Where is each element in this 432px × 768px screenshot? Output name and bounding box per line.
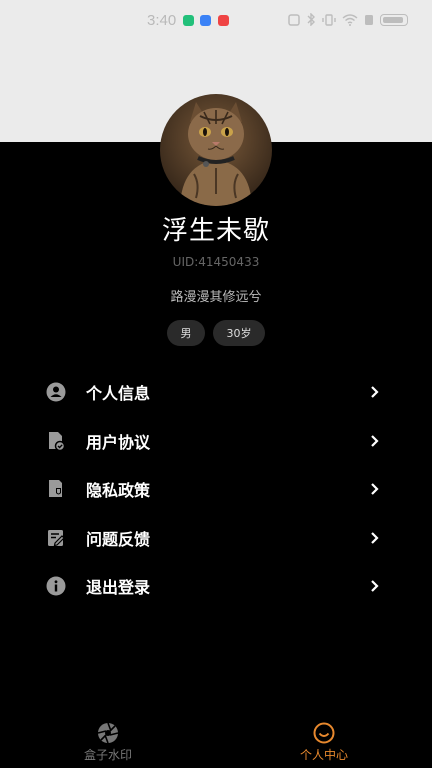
nfc-icon bbox=[288, 13, 300, 26]
menu-item-personal-info[interactable]: 个人信息 bbox=[0, 368, 432, 417]
username: 浮生未歇 bbox=[161, 216, 270, 246]
notification-icon bbox=[200, 15, 211, 26]
user-signature: 路漫漫其修远兮 bbox=[170, 290, 262, 305]
bluetooth-icon bbox=[307, 13, 315, 26]
vibrate-icon bbox=[322, 13, 336, 26]
status-time: 3:40 bbox=[147, 12, 177, 29]
agreement-icon bbox=[45, 430, 67, 452]
profile-tags: 男 30岁 bbox=[0, 320, 432, 346]
menu-item-label: 退出登录 bbox=[86, 578, 151, 598]
gender-tag: 男 bbox=[167, 320, 205, 346]
age-tag: 30岁 bbox=[213, 320, 265, 346]
wifi-icon bbox=[342, 13, 358, 26]
chevron-right-icon bbox=[368, 579, 382, 593]
aperture-icon bbox=[97, 722, 119, 744]
tab-watermark-box[interactable]: 盒子水印 bbox=[48, 718, 168, 768]
person-icon bbox=[45, 381, 67, 403]
avatar[interactable] bbox=[160, 94, 272, 206]
smile-icon bbox=[313, 722, 335, 744]
chevron-right-icon bbox=[368, 385, 382, 399]
tab-label: 盒子水印 bbox=[83, 748, 132, 762]
battery-icon bbox=[380, 13, 408, 26]
status-icons bbox=[288, 13, 408, 26]
settings-menu: 个人信息 用户协议 隐私政策 问题反馈 退出登录 bbox=[0, 368, 432, 611]
chevron-right-icon bbox=[368, 531, 382, 545]
menu-item-user-agreement[interactable]: 用户协议 bbox=[0, 417, 432, 466]
menu-item-label: 隐私政策 bbox=[86, 481, 151, 501]
menu-item-logout[interactable]: 退出登录 bbox=[0, 562, 432, 611]
menu-item-label: 问题反馈 bbox=[86, 529, 151, 549]
info-icon bbox=[45, 575, 67, 597]
sim-icon bbox=[365, 14, 373, 25]
feedback-icon bbox=[45, 527, 67, 549]
status-bar: 3:40 bbox=[0, 0, 432, 42]
tab-label: 个人中心 bbox=[299, 748, 348, 762]
menu-item-feedback[interactable]: 问题反馈 bbox=[0, 514, 432, 563]
menu-item-label: 用户协议 bbox=[86, 432, 151, 452]
menu-item-privacy-policy[interactable]: 隐私政策 bbox=[0, 465, 432, 514]
tab-personal-center[interactable]: 个人中心 bbox=[264, 718, 384, 768]
cat-avatar-image bbox=[160, 94, 272, 206]
chevron-right-icon bbox=[368, 434, 382, 448]
notification-icon bbox=[218, 15, 229, 26]
menu-item-label: 个人信息 bbox=[86, 384, 151, 404]
notification-icon bbox=[183, 15, 194, 26]
bottom-tab-bar: 盒子水印 个人中心 bbox=[0, 718, 432, 768]
privacy-icon bbox=[45, 478, 67, 500]
chevron-right-icon bbox=[368, 482, 382, 496]
user-id: UID:41450433 bbox=[172, 255, 260, 269]
